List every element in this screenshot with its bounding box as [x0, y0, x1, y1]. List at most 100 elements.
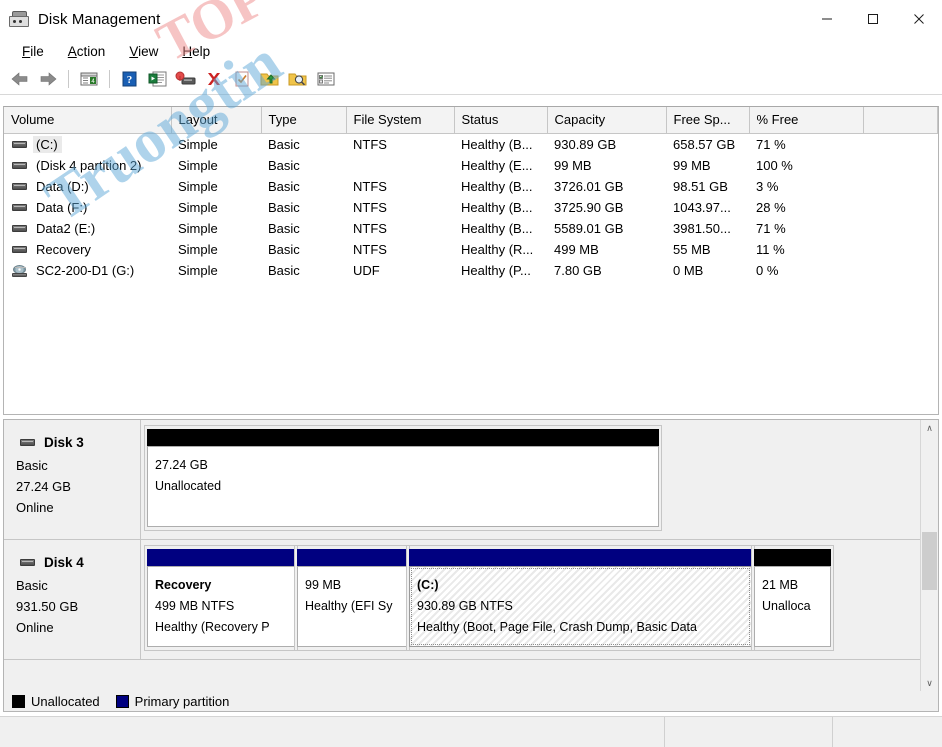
- disk-info-disk-3[interactable]: Disk 3 Basic 27.24 GB Online: [4, 420, 141, 539]
- back-button[interactable]: [6, 66, 34, 92]
- scroll-up-arrow-icon[interactable]: ∧: [921, 420, 938, 437]
- cell-capacity: 930.89 GB: [554, 137, 617, 152]
- table-row[interactable]: Recovery Simple Basic NTFS Healthy (R...…: [4, 239, 938, 260]
- table-row[interactable]: Data (D:) Simple Basic NTFS Healthy (B..…: [4, 176, 938, 197]
- disk-row-disk-4[interactable]: Disk 4 Basic 931.50 GB Online Recovery 4…: [4, 540, 938, 660]
- column-header-free-space[interactable]: Free Sp...: [666, 107, 750, 134]
- cell-status: Healthy (B...: [461, 137, 533, 152]
- partition-details: 27.24 GB Unallocated: [147, 446, 659, 527]
- menu-item-view[interactable]: View: [117, 42, 170, 61]
- menu-label-help: elp: [192, 43, 211, 59]
- column-header-file-system[interactable]: File System: [346, 107, 455, 134]
- menu-item-action[interactable]: Action: [56, 42, 118, 61]
- window-title: Disk Management: [38, 10, 161, 28]
- partition-status: Unallocated: [155, 479, 222, 493]
- cell-percent-free: 71 %: [756, 137, 786, 152]
- cell-capacity: 99 MB: [554, 158, 592, 173]
- scroll-down-arrow-icon[interactable]: ∨: [921, 675, 938, 692]
- disk-row-disk-3[interactable]: Disk 3 Basic 27.24 GB Online 27.24 GB Un…: [4, 420, 938, 540]
- cell-capacity: 499 MB: [554, 242, 599, 257]
- console-tree-icon[interactable]: 4: [75, 66, 103, 92]
- partition-details: (C:) 930.89 GB NTFS Healthy (Boot, Page …: [409, 566, 752, 647]
- column-header-capacity[interactable]: Capacity: [547, 107, 667, 134]
- partition-details: Recovery 499 MB NTFS Healthy (Recovery P: [147, 566, 295, 647]
- cell-status: Healthy (B...: [461, 200, 533, 215]
- cell-type: Basic: [268, 158, 300, 173]
- cell-status: Healthy (B...: [461, 179, 533, 194]
- partition-unallocated[interactable]: 27.24 GB Unallocated: [144, 425, 662, 531]
- magnifier-page-icon[interactable]: [284, 66, 312, 92]
- partition-efi-system[interactable]: 99 MB Healthy (EFI Sy: [294, 545, 410, 651]
- cell-free-space: 98.51 GB: [673, 179, 728, 194]
- disk-type: Basic: [16, 458, 48, 473]
- red-x-icon[interactable]: [200, 66, 228, 92]
- volume-table-header-row: Volume Layout Type File System Status Ca…: [4, 107, 938, 134]
- cell-filler: [863, 176, 938, 197]
- table-row[interactable]: SC2-200-D1 (G:) Simple Basic UDF Healthy…: [4, 260, 938, 281]
- properties-icon[interactable]: [144, 66, 172, 92]
- cell-volume: Data (F:): [4, 197, 171, 218]
- status-bar-section-3: [833, 717, 942, 747]
- column-header-percent-free[interactable]: % Free: [749, 107, 864, 134]
- cell-filler: [863, 197, 938, 218]
- cell-volume: Data (D:): [4, 176, 171, 197]
- cell-capacity: 7.80 GB: [554, 263, 602, 278]
- forward-button[interactable]: [34, 66, 62, 92]
- column-header-type[interactable]: Type: [261, 107, 347, 134]
- column-header-layout[interactable]: Layout: [171, 107, 262, 134]
- graphical-view-scrollbar[interactable]: ∧ ∨: [920, 420, 938, 692]
- checked-page-icon[interactable]: [228, 66, 256, 92]
- partition-details: 21 MB Unalloca: [754, 566, 831, 647]
- scrollbar-thumb[interactable]: [922, 532, 937, 590]
- cell-status: Healthy (P...: [461, 263, 531, 278]
- table-row[interactable]: Data2 (E:) Simple Basic NTFS Healthy (B.…: [4, 218, 938, 239]
- maximize-button[interactable]: [850, 0, 896, 38]
- menu-item-help[interactable]: Help: [170, 42, 222, 61]
- question-mark-icon[interactable]: ?: [116, 66, 144, 92]
- minimize-button[interactable]: [804, 0, 850, 38]
- partition-recovery[interactable]: Recovery 499 MB NTFS Healthy (Recovery P: [144, 545, 298, 651]
- column-header-status[interactable]: Status: [454, 107, 548, 134]
- volume-table: Volume Layout Type File System Status Ca…: [4, 107, 938, 281]
- cell-volume: (C:): [4, 134, 171, 156]
- menu-label-action: ction: [76, 43, 106, 59]
- folder-up-arrow-icon[interactable]: [256, 66, 284, 92]
- cell-layout: Simple: [178, 221, 218, 236]
- cell-volume: SC2-200-D1 (G:): [4, 260, 171, 281]
- hard-disk-icon: [11, 159, 28, 172]
- column-header-volume[interactable]: Volume: [4, 107, 172, 134]
- hard-disk-icon: [11, 138, 28, 151]
- menu-accel-view: V: [129, 43, 139, 59]
- volume-label: Data (F:): [36, 200, 88, 215]
- partition-c-drive[interactable]: (C:) 930.89 GB NTFS Healthy (Boot, Page …: [406, 545, 755, 651]
- status-bar: [0, 716, 942, 747]
- cell-file-system: NTFS: [353, 137, 387, 152]
- column-header-filler[interactable]: [863, 107, 938, 134]
- legend-label-primary-partition: Primary partition: [134, 693, 230, 709]
- partition-label: Recovery: [155, 578, 212, 592]
- cell-layout: Simple: [178, 137, 218, 152]
- cell-capacity: 5589.01 GB: [554, 221, 624, 236]
- volume-label: (C:): [33, 136, 62, 153]
- cell-percent-free: 11 %: [756, 242, 785, 257]
- table-row[interactable]: (Disk 4 partition 2) Simple Basic Health…: [4, 155, 938, 176]
- disk-info-disk-4[interactable]: Disk 4 Basic 931.50 GB Online: [4, 540, 141, 659]
- partition-size-fs: 99 MB: [305, 578, 342, 592]
- cell-layout: Simple: [178, 158, 218, 173]
- partition-unallocated-21mb[interactable]: 21 MB Unalloca: [751, 545, 834, 651]
- cell-type: Basic: [268, 221, 300, 236]
- menu-item-file[interactable]: File: [10, 42, 56, 61]
- legend-item-unallocated: Unallocated: [12, 694, 100, 709]
- partition-status: Healthy (Recovery P: [155, 620, 270, 634]
- close-button[interactable]: [896, 0, 942, 38]
- table-row[interactable]: (C:) Simple Basic NTFS Healthy (B... 930…: [4, 134, 938, 156]
- rescan-disks-icon[interactable]: [172, 66, 200, 92]
- partition-status: Healthy (EFI Sy: [305, 599, 393, 613]
- volume-list[interactable]: Volume Layout Type File System Status Ca…: [3, 106, 939, 415]
- cell-percent-free: 28 %: [756, 200, 786, 215]
- disk-management-icon: [9, 11, 29, 27]
- cell-free-space: 3981.50...: [673, 221, 731, 236]
- table-row[interactable]: Data (F:) Simple Basic NTFS Healthy (B..…: [4, 197, 938, 218]
- disk-status: Online: [16, 500, 54, 515]
- detail-list-icon[interactable]: [312, 66, 340, 92]
